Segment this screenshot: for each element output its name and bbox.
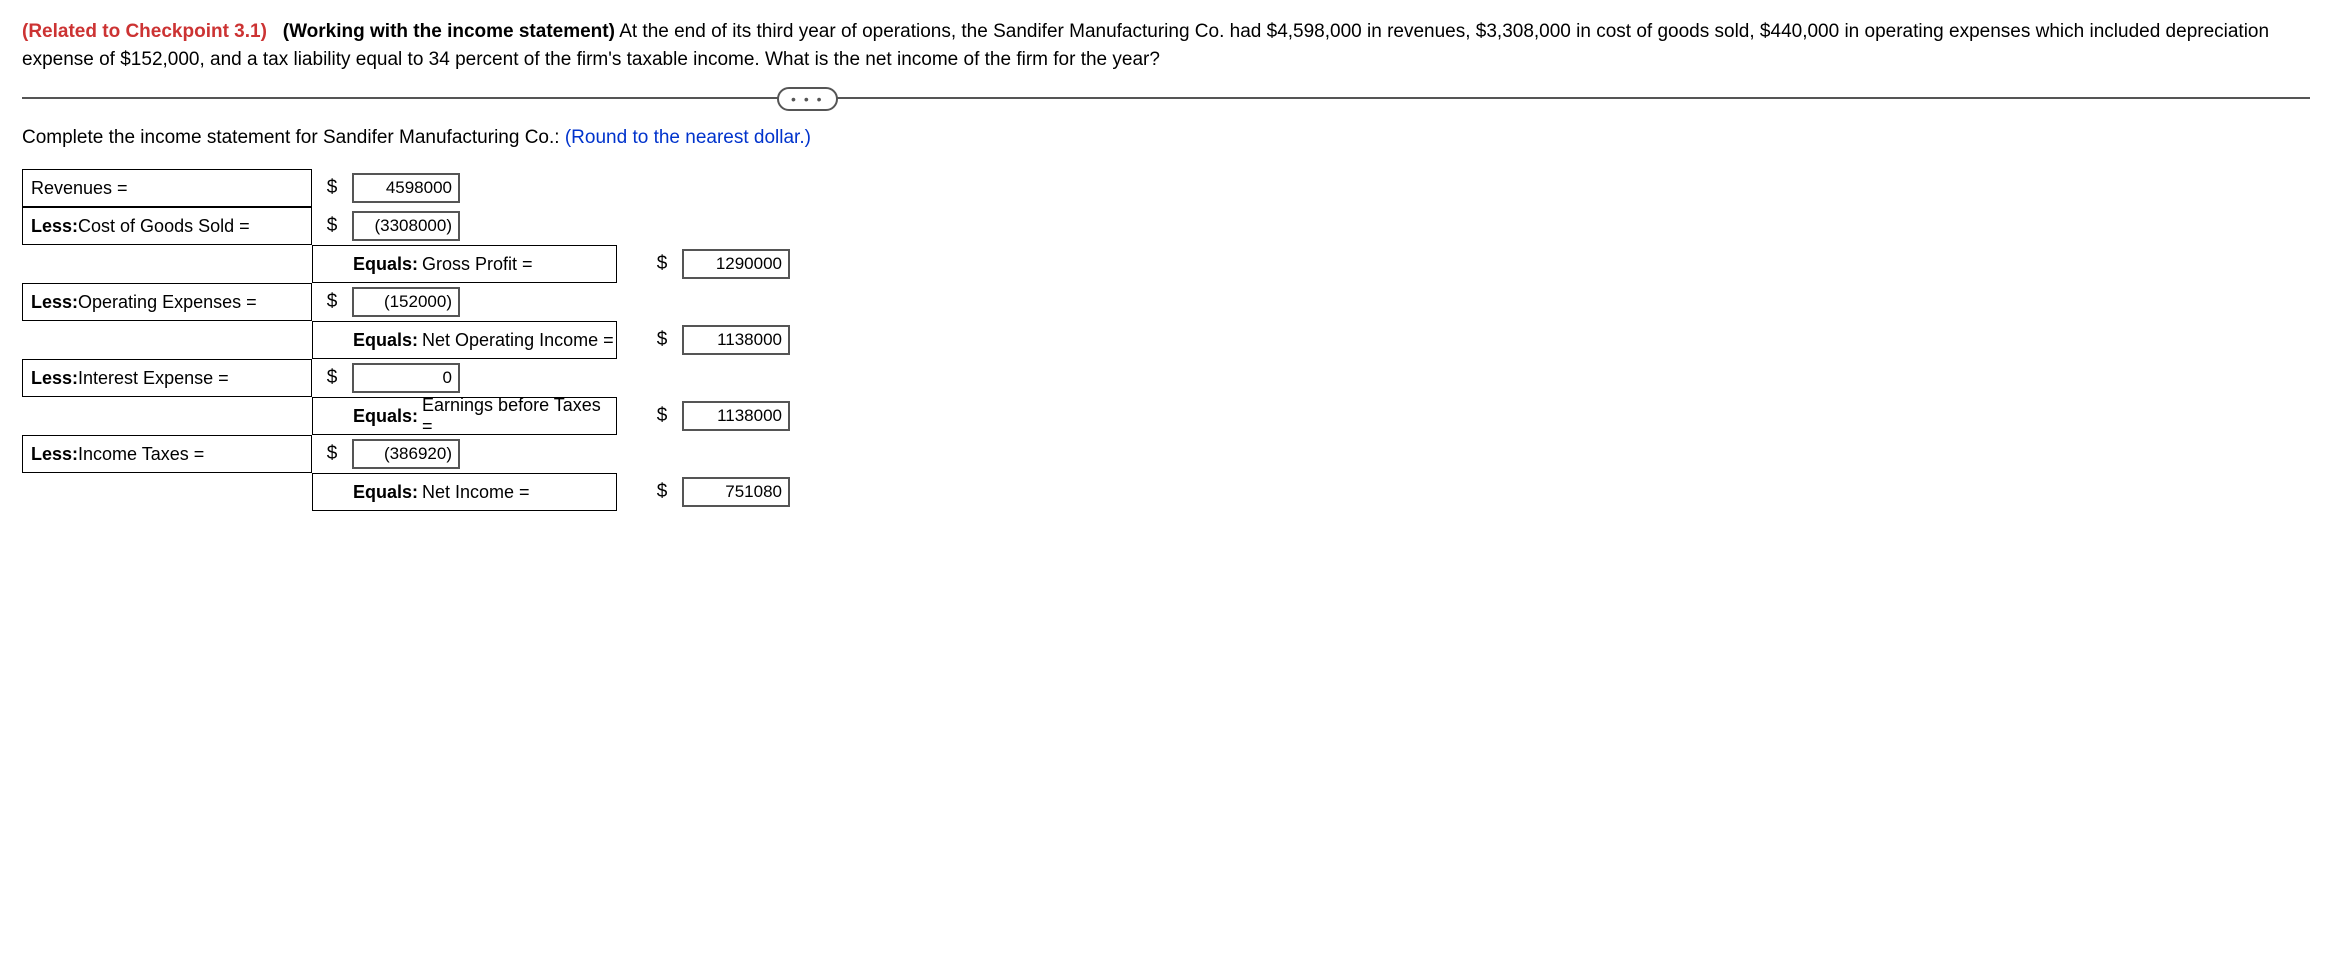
label-net-income: Equals: Net Income = — [312, 473, 617, 511]
row-noi: Equals: Net Operating Income = $ — [22, 321, 862, 359]
label-revenues: Revenues = — [22, 169, 312, 207]
expand-button[interactable]: • • • — [777, 87, 837, 111]
label-taxes: Less: Income Taxes = — [22, 435, 312, 473]
input-interest[interactable] — [352, 363, 460, 393]
dollar-sign: $ — [312, 291, 352, 313]
input-opex[interactable] — [352, 287, 460, 317]
label-noi: Equals: Net Operating Income = — [312, 321, 617, 359]
row-interest: Less: Interest Expense = $ — [22, 359, 862, 397]
income-statement: Revenues = $ Less: Cost of Goods Sold = … — [22, 169, 862, 511]
input-net-income[interactable] — [682, 477, 790, 507]
label-cogs: Less: Cost of Goods Sold = — [22, 207, 312, 245]
input-ebt[interactable] — [682, 401, 790, 431]
dollar-sign: $ — [312, 177, 352, 199]
row-revenues: Revenues = $ — [22, 169, 862, 207]
dollar-sign: $ — [312, 215, 352, 237]
dollar-sign: $ — [312, 443, 352, 465]
input-revenues[interactable] — [352, 173, 460, 203]
input-cogs[interactable] — [352, 211, 460, 241]
row-taxes: Less: Income Taxes = $ — [22, 435, 862, 473]
label-opex: Less: Operating Expenses = — [22, 283, 312, 321]
row-gross-profit: Equals: Gross Profit = $ — [22, 245, 862, 283]
label-ebt: Equals: Earnings before Taxes = — [312, 397, 617, 435]
row-opex: Less: Operating Expenses = $ — [22, 283, 862, 321]
problem-title: (Working with the income statement) — [283, 21, 615, 42]
dollar-sign: $ — [642, 253, 682, 275]
row-cogs: Less: Cost of Goods Sold = $ — [22, 207, 862, 245]
problem-statement: (Related to Checkpoint 3.1) (Working wit… — [22, 18, 2310, 73]
row-ebt: Equals: Earnings before Taxes = $ — [22, 397, 862, 435]
input-noi[interactable] — [682, 325, 790, 355]
checkpoint-ref: (Related to Checkpoint 3.1) — [22, 21, 267, 42]
dollar-sign: $ — [642, 481, 682, 503]
dollar-sign: $ — [312, 367, 352, 389]
dollar-sign: $ — [642, 329, 682, 351]
label-gross-profit: Equals: Gross Profit = — [312, 245, 617, 283]
label-interest: Less: Interest Expense = — [22, 359, 312, 397]
dollar-sign: $ — [642, 405, 682, 427]
input-taxes[interactable] — [352, 439, 460, 469]
rounding-hint: (Round to the nearest dollar.) — [565, 127, 811, 148]
section-divider: • • • — [22, 97, 2310, 99]
row-net-income: Equals: Net Income = $ — [22, 473, 862, 511]
instruction-line: Complete the income statement for Sandif… — [22, 127, 2310, 149]
input-gross-profit[interactable] — [682, 249, 790, 279]
